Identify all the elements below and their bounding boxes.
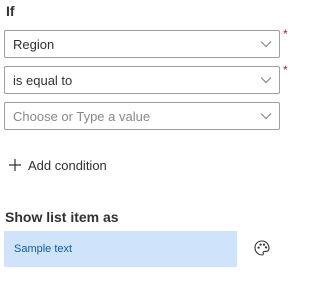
- show-list-item-as-label: Show list item as: [5, 209, 119, 225]
- add-condition-label: Add condition: [28, 157, 107, 173]
- add-condition-button[interactable]: Add condition: [8, 155, 107, 175]
- if-label: If: [6, 3, 15, 19]
- operator-dropdown-value: is equal to: [13, 72, 73, 88]
- format-preview[interactable]: Sample text: [4, 231, 237, 267]
- chevron-down-icon: [253, 31, 279, 57]
- chevron-down-icon: [253, 103, 279, 129]
- field-dropdown-value: Region: [13, 36, 55, 52]
- field-dropdown[interactable]: Region: [4, 30, 280, 58]
- required-indicator: *: [283, 27, 288, 41]
- chevron-down-icon: [253, 67, 279, 93]
- sample-text: Sample text: [14, 243, 73, 255]
- value-combobox[interactable]: Choose or Type a value: [4, 102, 280, 130]
- required-indicator: *: [283, 63, 288, 77]
- operator-dropdown[interactable]: is equal to: [4, 66, 280, 94]
- palette-icon[interactable]: [253, 239, 271, 257]
- plus-icon: [8, 158, 22, 172]
- value-combobox-placeholder: Choose or Type a value: [13, 108, 151, 124]
- rule-editor: If Region * is equal to * Choose or Type…: [0, 0, 300, 283]
